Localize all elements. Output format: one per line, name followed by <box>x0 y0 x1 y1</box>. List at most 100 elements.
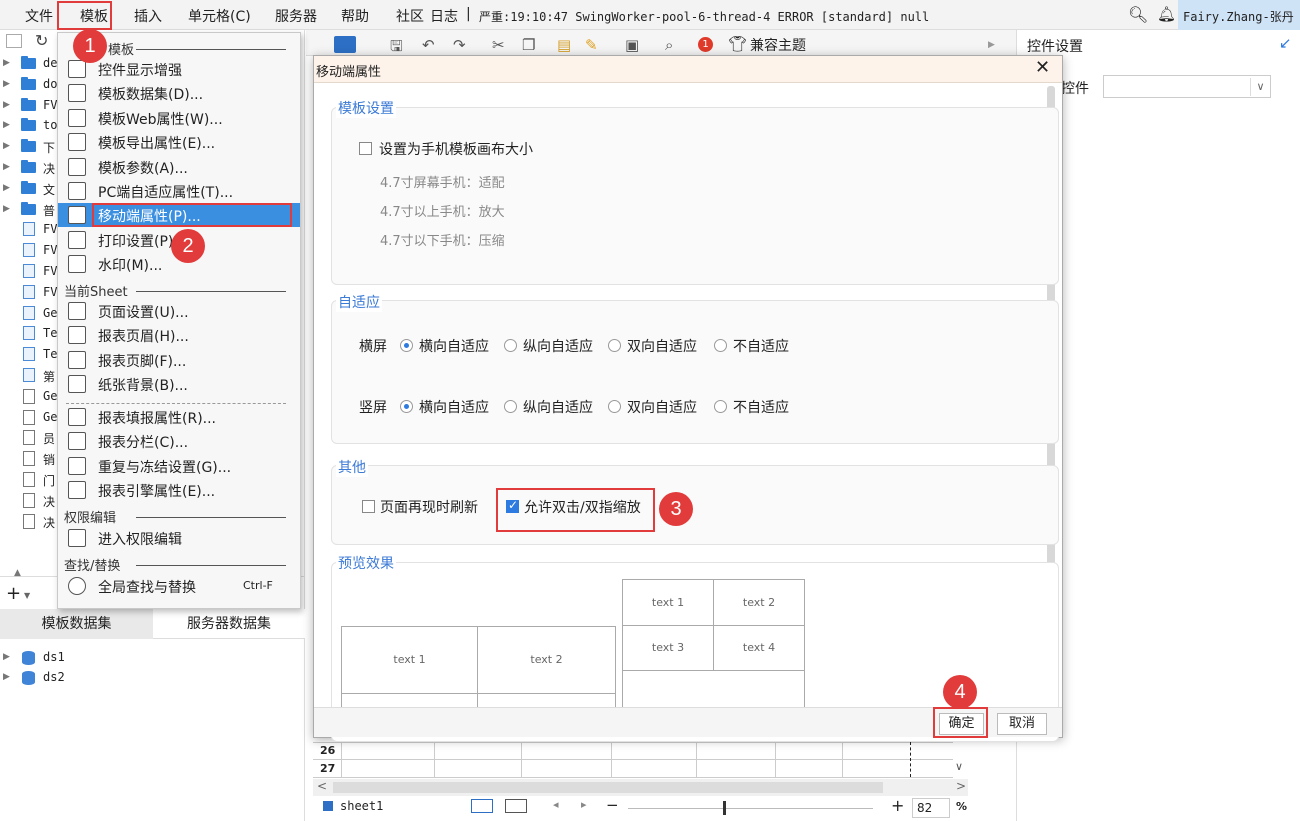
menu-item-resize[interactable]: PC端自适应属性(T)... <box>58 179 300 203</box>
panel-expand-icon[interactable]: ▶ <box>988 40 995 50</box>
menu-item-engine[interactable]: 报表引擎属性(E)... <box>58 478 300 502</box>
prev-sheet-icon[interactable]: ◂ <box>553 798 559 811</box>
collapse-arrow-icon[interactable]: ↙ <box>1279 34 1292 52</box>
preview-search-icon[interactable]: ⌕ <box>665 36 673 54</box>
tree-item[interactable]: Ge <box>0 408 58 429</box>
tree-item[interactable]: ▶ 下 <box>0 137 58 158</box>
undo-icon[interactable]: ↶ <box>422 36 435 54</box>
menu-item-globe[interactable]: 模板Web属性(W)... <box>58 106 300 130</box>
expand-icon[interactable]: ▶ <box>3 58 10 68</box>
tree-item[interactable]: ▶ 文 <box>0 179 58 200</box>
expand-icon[interactable]: ▶ <box>3 100 10 110</box>
menu-item-export[interactable]: 模板导出属性(E)... <box>58 130 300 154</box>
menu-item-columns[interactable]: 报表分栏(C)... <box>58 429 300 453</box>
adapt-radio[interactable] <box>714 339 727 352</box>
tree-item[interactable]: ▶ 决 <box>0 158 58 179</box>
zoom-in-icon[interactable]: + <box>891 796 904 815</box>
user-name[interactable]: Fairy.Zhang-张丹 <box>1183 8 1294 25</box>
widget-select[interactable]: ∨ <box>1103 75 1271 98</box>
menu-item-form[interactable]: 报表填报属性(R)... <box>58 405 300 429</box>
adapt-radio[interactable] <box>504 400 517 413</box>
tree-item[interactable]: 决 <box>0 491 58 512</box>
scroll-down-icon[interactable]: ∨ <box>955 760 963 773</box>
tree-item[interactable]: Ge <box>0 304 58 325</box>
tree-item[interactable]: Ge <box>0 387 58 408</box>
expand-icon[interactable]: ▶ <box>3 141 10 151</box>
tree-item[interactable]: 门 <box>0 470 58 491</box>
copy-icon[interactable]: ❐ <box>522 36 535 54</box>
zoom-slider[interactable] <box>628 808 873 809</box>
zoom-slider-thumb[interactable] <box>723 801 726 815</box>
menu-file[interactable]: 文件 <box>25 6 53 26</box>
menu-item-database[interactable]: 模板数据集(D)... <box>58 81 300 105</box>
expand-icon[interactable]: ▶ <box>3 204 10 214</box>
theme-shirt-icon[interactable]: 👕︎ <box>728 35 747 53</box>
sheet-tab[interactable]: sheet1 <box>340 799 383 813</box>
tab-template-datasets[interactable]: 模板数据集 <box>0 609 153 639</box>
expand-icon[interactable]: ▶ <box>3 79 10 89</box>
scroll-thumb[interactable] <box>333 782 883 793</box>
adapt-radio[interactable] <box>400 400 413 413</box>
refresh-on-show-checkbox[interactable] <box>362 500 375 513</box>
menu-item-header[interactable]: 报表页眉(H)... <box>58 323 300 347</box>
menu-item-freeze[interactable]: 重复与冻结设置(G)... <box>58 454 300 478</box>
expand-icon[interactable]: ▶ <box>3 162 10 172</box>
adapt-radio[interactable] <box>608 400 621 413</box>
tree-item[interactable]: ▶ 普 <box>0 200 58 221</box>
add-dataset-icon[interactable]: + <box>6 583 21 604</box>
menu-item-parameter[interactable]: 模板参数(A)... <box>58 155 300 179</box>
adapt-radio[interactable] <box>504 339 517 352</box>
tree-item[interactable]: Te <box>0 345 58 366</box>
menu-item-permission-edit[interactable]: 进入权限编辑 <box>58 526 300 550</box>
tree-item[interactable]: Te <box>0 324 58 345</box>
zoom-input[interactable]: 82 <box>912 798 950 818</box>
tree-item[interactable]: 员 <box>0 428 58 449</box>
menu-help[interactable]: 帮助 <box>341 6 369 26</box>
search-icon[interactable]: 🔍︎ <box>1128 5 1148 24</box>
tree-item[interactable]: 销 <box>0 449 58 470</box>
tree-item[interactable]: ▶ de <box>0 54 58 75</box>
expand-icon[interactable]: ▶ <box>3 183 10 193</box>
tree-item[interactable]: FV <box>0 262 58 283</box>
bell-icon[interactable]: 🔔︎ <box>1157 5 1176 23</box>
menu-cell[interactable]: 单元格(C) <box>188 6 251 26</box>
cut-icon[interactable]: ✂ <box>492 36 505 54</box>
redo-icon[interactable]: ↷ <box>453 36 466 54</box>
cancel-button[interactable]: 取消 <box>997 713 1047 735</box>
adapt-radio[interactable] <box>714 400 727 413</box>
menu-insert[interactable]: 插入 <box>134 6 162 26</box>
compatible-theme-button[interactable]: 兼容主题 <box>750 35 806 55</box>
cell-element-icon[interactable]: ▣ <box>625 36 639 54</box>
dataset-item[interactable]: ▶ ds1 <box>0 648 100 669</box>
menu-item-page-setup[interactable]: 页面设置(U)... <box>58 299 300 323</box>
tree-item[interactable]: ▶ to <box>0 116 58 137</box>
adapt-radio[interactable] <box>608 339 621 352</box>
menu-community[interactable]: 社区 <box>396 6 424 26</box>
tree-item[interactable]: 决 <box>0 512 58 533</box>
menu-item-image[interactable]: 纸张背景(B)... <box>58 372 300 396</box>
menu-server[interactable]: 服务器 <box>275 6 317 26</box>
dataset-item[interactable]: ▶ ds2 <box>0 668 100 689</box>
tree-item[interactable]: ▶ do <box>0 75 58 96</box>
refresh-icon[interactable]: ↻ <box>35 31 48 50</box>
next-sheet-icon[interactable]: ▸ <box>581 798 587 811</box>
expand-icon[interactable]: ▶ <box>3 120 10 130</box>
format-brush-icon[interactable]: ✎ <box>585 36 598 54</box>
add-report-icon[interactable] <box>505 799 527 813</box>
tree-item[interactable]: ▶ FV <box>0 96 58 117</box>
tree-item[interactable]: FV <box>0 220 58 241</box>
tab-server-datasets[interactable]: 服务器数据集 <box>153 609 305 639</box>
collapse-up-icon[interactable]: ▲ <box>14 568 21 578</box>
add-dropdown-icon[interactable]: ▼ <box>24 591 30 600</box>
new-folder-icon[interactable] <box>6 34 22 48</box>
paste-icon[interactable]: ▤ <box>557 36 571 54</box>
scroll-left-icon[interactable]: < <box>317 779 327 793</box>
menu-log[interactable]: 日志 <box>430 6 458 26</box>
menu-item-footer[interactable]: 报表页脚(F)... <box>58 348 300 372</box>
scroll-right-icon[interactable]: > <box>956 779 966 793</box>
zoom-out-icon[interactable]: − <box>606 796 619 814</box>
adapt-radio[interactable] <box>400 339 413 352</box>
phone-canvas-checkbox[interactable] <box>359 142 372 155</box>
tree-item[interactable]: FV <box>0 241 58 262</box>
tree-item[interactable]: 第 <box>0 366 58 387</box>
